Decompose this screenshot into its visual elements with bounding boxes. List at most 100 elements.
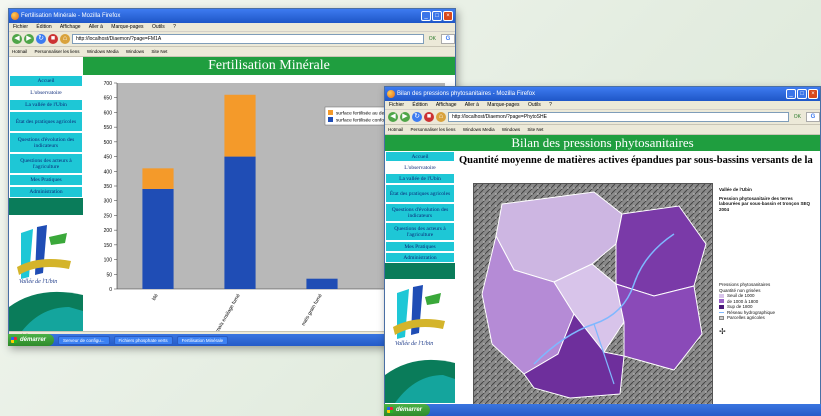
google-search-icon[interactable]: G bbox=[806, 112, 820, 122]
menu-aide[interactable]: ? bbox=[549, 102, 552, 108]
y-tick-label: 350 bbox=[104, 184, 113, 190]
go-button[interactable]: OK bbox=[791, 114, 804, 120]
menu-marque-pages[interactable]: Marque-pages bbox=[487, 102, 519, 108]
bookmark-windows-media[interactable]: Windows Media bbox=[463, 127, 495, 132]
legend-row-5: Parcelles agricoles bbox=[719, 315, 815, 321]
address-bar-2[interactable]: http://localhost/Diaemon/?page=PhytoSHE bbox=[448, 112, 789, 122]
y-tick-label: 500 bbox=[104, 140, 113, 146]
window-titlebar[interactable]: Fertilisation Minérale - Mozilla Firefox… bbox=[9, 9, 455, 23]
forward-arrow-icon[interactable]: ▶ bbox=[24, 34, 34, 44]
back-arrow-icon[interactable]: ◀ bbox=[388, 112, 398, 122]
bookmark-personnaliser[interactable]: Personnaliser les liens bbox=[35, 49, 80, 54]
y-tick-label: 250 bbox=[104, 213, 113, 219]
taskbar-item-serveur[interactable]: Serveur de configu... bbox=[58, 335, 110, 345]
sidebar-item-questions-acteurs[interactable]: Questions des acteurs à l'agriculture bbox=[9, 153, 83, 174]
forward-arrow-icon[interactable]: ▶ bbox=[400, 112, 410, 122]
window-titlebar-2[interactable]: Bilan des pressions phytosanitaires - Mo… bbox=[385, 87, 820, 101]
sidebar-menu: Accueil L'observatoire La vallée de l'Ub… bbox=[9, 75, 83, 215]
bookmark-hotmail[interactable]: Hotmail bbox=[12, 49, 27, 54]
menu-edition[interactable]: Édition bbox=[412, 102, 427, 108]
menu-affichage[interactable]: Affichage bbox=[60, 24, 81, 30]
reload-icon[interactable]: ↻ bbox=[36, 34, 46, 44]
close-button[interactable]: × bbox=[808, 89, 818, 99]
home-icon[interactable]: ⌂ bbox=[60, 34, 70, 44]
bookmark-hotmail[interactable]: Hotmail bbox=[388, 127, 403, 132]
bookmark-site-net[interactable]: Site Net bbox=[527, 127, 543, 132]
menu-fichier[interactable]: Fichier bbox=[13, 24, 28, 30]
bookmark-site-net[interactable]: Site Net bbox=[151, 49, 167, 54]
bookmark-windows[interactable]: Windows bbox=[126, 49, 144, 54]
back-arrow-icon[interactable]: ◀ bbox=[12, 34, 22, 44]
sidebar-item-observatoire[interactable]: L'observatoire bbox=[9, 87, 83, 99]
reload-icon[interactable]: ↻ bbox=[412, 112, 422, 122]
sidebar-item-administration[interactable]: Administration bbox=[9, 186, 83, 198]
firefox-icon bbox=[11, 12, 19, 20]
menu-outils[interactable]: Outils bbox=[528, 102, 541, 108]
logo-caption-2: Vallée de l'Ubin bbox=[395, 341, 434, 347]
close-button[interactable]: × bbox=[443, 11, 453, 21]
bar-segment bbox=[142, 188, 174, 289]
y-tick-label: 100 bbox=[104, 258, 113, 264]
menu-bar-2: Fichier Édition Affichage Aller à Marque… bbox=[385, 101, 820, 110]
stop-icon[interactable]: ■ bbox=[424, 112, 434, 122]
address-bar[interactable]: http://localhost/Diaemon/?page=FM1A bbox=[72, 34, 424, 44]
menu-aller[interactable]: Aller à bbox=[89, 24, 103, 30]
bookmark-windows-media[interactable]: Windows Media bbox=[87, 49, 119, 54]
minimize-button[interactable]: _ bbox=[786, 89, 796, 99]
menu-fichier[interactable]: Fichier bbox=[389, 102, 404, 108]
sidebar-item-administration[interactable]: Administration bbox=[385, 252, 455, 263]
menu-aide[interactable]: ? bbox=[173, 24, 176, 30]
menu-affichage[interactable]: Affichage bbox=[436, 102, 457, 108]
sidebar-item-questions-evolution[interactable]: Questions d'évolution des indicateurs bbox=[9, 132, 83, 153]
start-button[interactable]: démarrer bbox=[8, 334, 55, 346]
bar-segment bbox=[224, 156, 256, 289]
sidebar-item-questions-evolution[interactable]: Questions d'évolution des indicateurs bbox=[385, 203, 455, 222]
y-tick-label: 600 bbox=[104, 110, 113, 116]
taskbar-item-fertilisation[interactable]: Fertilisation Minérale bbox=[176, 335, 229, 345]
sidebar-item-vallee[interactable]: La vallée de l'Ubin bbox=[385, 173, 455, 184]
legend-swatch-medium bbox=[719, 299, 724, 304]
go-button[interactable]: OK bbox=[426, 36, 439, 42]
taskbar-item-fichiers[interactable]: Fichiers phosphate verts bbox=[113, 335, 173, 345]
sidebar-item-mes-pratiques[interactable]: Mes Pratiques bbox=[385, 241, 455, 252]
firefox-icon bbox=[387, 90, 395, 98]
page-banner: Fertilisation Minérale bbox=[83, 57, 455, 75]
y-tick-label: 50 bbox=[106, 272, 112, 278]
menu-aller[interactable]: Aller à bbox=[465, 102, 479, 108]
sidebar-item-questions-acteurs[interactable]: Questions des acteurs à l'agriculture bbox=[385, 222, 455, 241]
menu-bar: Fichier Édition Affichage Aller à Marque… bbox=[9, 23, 455, 32]
sidebar-item-etat-pratiques[interactable]: État des pratiques agricoles bbox=[385, 184, 455, 203]
google-search-icon[interactable]: G bbox=[441, 34, 455, 44]
sidebar-item-etat-pratiques[interactable]: État des pratiques agricoles bbox=[9, 111, 83, 132]
page-banner-2: Bilan des pressions phytosanitaires bbox=[385, 135, 820, 151]
bookmark-windows[interactable]: Windows bbox=[502, 127, 520, 132]
legend-subheading: Pression phytosanitaire des terres labou… bbox=[719, 195, 811, 212]
ubin-logo-graphic bbox=[9, 225, 83, 335]
home-icon[interactable]: ⌂ bbox=[436, 112, 446, 122]
bar-segment bbox=[142, 168, 174, 189]
ubin-logo-2: Vallée de l'Ubin bbox=[385, 279, 455, 403]
window-title: Fertilisation Minérale - Mozilla Firefox bbox=[21, 13, 121, 19]
taskbar-2: démarrer bbox=[384, 404, 821, 416]
bookmark-personnaliser[interactable]: Personnaliser les liens bbox=[411, 127, 456, 132]
y-tick-label: 700 bbox=[104, 81, 113, 87]
window-title-2: Bilan des pressions phytosanitaires - Mo… bbox=[397, 91, 536, 97]
legend-swatch-light bbox=[719, 293, 724, 298]
sidebar-item-mes-pratiques[interactable]: Mes Pratiques bbox=[9, 174, 83, 186]
bookmarks-toolbar-2: Hotmail Personnaliser les liens Windows … bbox=[385, 125, 820, 135]
menu-edition[interactable]: Édition bbox=[36, 24, 51, 30]
stop-icon[interactable]: ■ bbox=[48, 34, 58, 44]
browser-window-phytosanitaires: Bilan des pressions phytosanitaires - Mo… bbox=[384, 86, 821, 416]
start-button-2[interactable]: démarrer bbox=[384, 404, 431, 416]
menu-outils[interactable]: Outils bbox=[152, 24, 165, 30]
sidebar-item-vallee[interactable]: La vallée de l'Ubin bbox=[9, 99, 83, 111]
maximize-button[interactable]: □ bbox=[797, 89, 807, 99]
sidebar-item-accueil[interactable]: Accueil bbox=[385, 151, 455, 162]
sidebar-item-accueil[interactable]: Accueil bbox=[9, 75, 83, 87]
y-tick-label: 150 bbox=[104, 243, 113, 249]
menu-marque-pages[interactable]: Marque-pages bbox=[111, 24, 143, 30]
sidebar-item-observatoire[interactable]: L'observatoire bbox=[385, 162, 455, 173]
minimize-button[interactable]: _ bbox=[421, 11, 431, 21]
maximize-button[interactable]: □ bbox=[432, 11, 442, 21]
navigation-toolbar: ◀ ▶ ↻ ■ ⌂ http://localhost/Diaemon/?page… bbox=[9, 32, 455, 47]
